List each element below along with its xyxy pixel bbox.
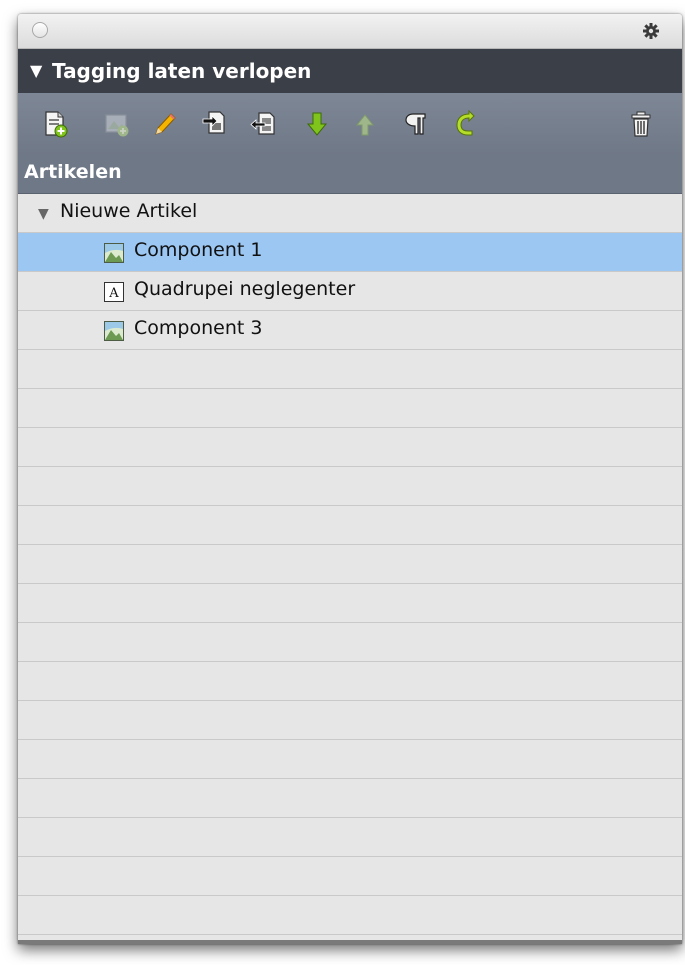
move-up-arrow-icon[interactable]	[350, 109, 380, 139]
image-component-icon	[104, 243, 124, 263]
section-header-tagging[interactable]: ▼ Tagging laten verlopen	[18, 49, 682, 93]
move-down-arrow-icon[interactable]	[302, 109, 332, 139]
tree-parent-label: Nieuwe Artikel	[60, 200, 198, 222]
text-component-glyph: A	[108, 286, 119, 301]
panel-bottom-edge	[18, 940, 682, 944]
paragraph-icon[interactable]	[400, 109, 430, 139]
gear-icon[interactable]	[640, 20, 662, 42]
edit-pencil-icon[interactable]	[150, 109, 180, 139]
image-component-icon	[104, 321, 124, 341]
tree-row-parent[interactable]: ▼ Nieuwe Artikel	[18, 194, 682, 232]
panel-titlebar	[18, 14, 682, 49]
articles-panel: ▼ Tagging laten verlopen Artikelen ▼ Nie…	[18, 14, 682, 944]
trash-icon[interactable]	[626, 109, 656, 139]
list-header: Artikelen	[18, 155, 682, 194]
tree-child-label: Quadrupei neglegenter	[134, 278, 356, 300]
article-tree: ▼ Nieuwe Artikel Component 1 A Quadrupei…	[18, 194, 682, 944]
section-title: Tagging laten verlopen	[52, 59, 312, 83]
list-header-label: Artikelen	[24, 161, 122, 183]
tree-row-child[interactable]: Component 1	[18, 233, 682, 271]
new-article-icon[interactable]	[40, 109, 70, 139]
disclosure-triangle-icon[interactable]: ▼	[30, 61, 42, 80]
import-component-icon[interactable]	[200, 109, 230, 139]
toolbar	[18, 93, 682, 155]
tree-child-label: Component 1	[134, 239, 263, 261]
text-component-icon: A	[104, 282, 124, 302]
export-component-icon[interactable]	[250, 109, 280, 139]
tree-child-label: Component 3	[134, 317, 263, 339]
disclosure-triangle-icon[interactable]: ▼	[38, 206, 49, 222]
new-image-component-icon[interactable]	[102, 109, 132, 139]
refresh-icon[interactable]	[450, 109, 480, 139]
tree-row-child[interactable]: Component 3	[18, 311, 682, 349]
tree-row-child[interactable]: A Quadrupei neglegenter	[18, 272, 682, 310]
close-button[interactable]	[32, 22, 48, 38]
